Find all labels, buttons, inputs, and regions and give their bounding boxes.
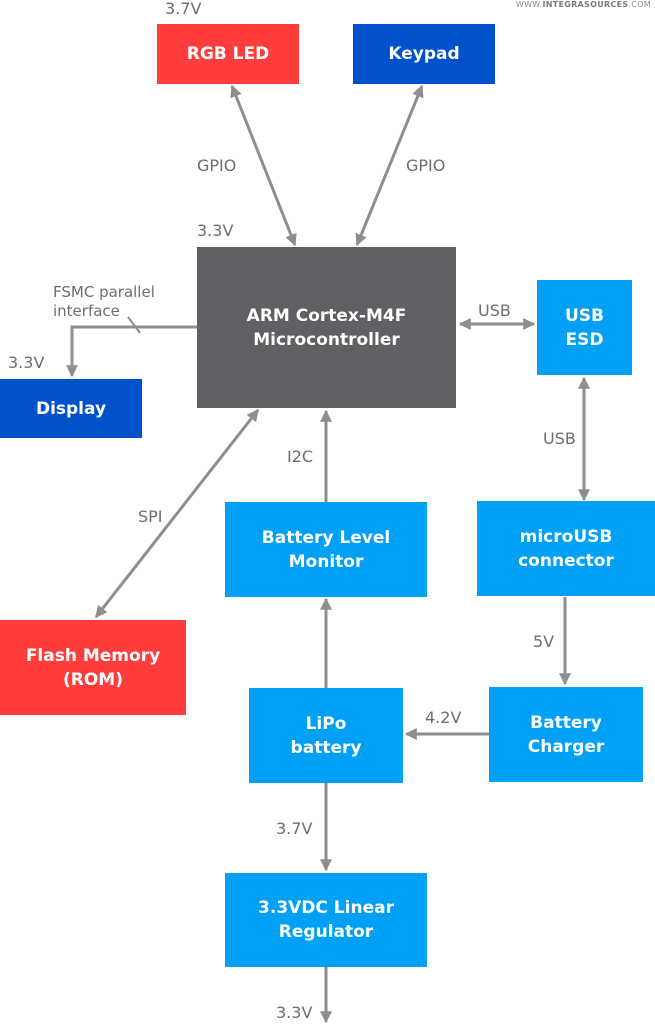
battery-voltage-label: 3.7V xyxy=(276,819,313,838)
mcu-voltage-label: 3.3V xyxy=(197,221,234,240)
flash-memory-block: Flash Memory (ROM) xyxy=(0,620,186,715)
charge-voltage-label: 4.2V xyxy=(425,708,462,727)
gpio-keypad-label: GPIO xyxy=(406,156,446,175)
wire-fsmc xyxy=(66,325,197,378)
fsmc-bus-slash xyxy=(127,316,141,334)
battery-monitor-block: Battery Level Monitor xyxy=(225,502,427,597)
wire-gpio-led xyxy=(230,84,297,247)
microusb-block: microUSB connector xyxy=(477,501,655,596)
display-block: Display xyxy=(0,379,142,438)
spi-label: SPI xyxy=(138,507,163,526)
keypad-block: Keypad xyxy=(353,24,495,84)
i2c-label: I2C xyxy=(287,447,314,466)
gpio-led-label: GPIO xyxy=(197,156,237,175)
rgb-led-block: RGB LED xyxy=(157,24,299,84)
usb-esd-block: USB ESD xyxy=(537,280,632,375)
fsmc-label-line1: FSMC parallel xyxy=(53,283,155,301)
usb-mcu-esd-label: USB xyxy=(478,301,511,320)
regulator-block: 3.3VDC Linear Regulator xyxy=(225,873,427,967)
output-voltage-label: 3.3V xyxy=(276,1003,313,1022)
battery-charger-block: Battery Charger xyxy=(489,687,643,782)
fsmc-label-line2: interface xyxy=(53,302,120,320)
mcu-block: ARM Cortex-M4F Microcontroller xyxy=(197,247,456,408)
rgb-voltage-label: 3.7V xyxy=(165,0,202,18)
display-voltage-label: 3.3V xyxy=(8,353,45,372)
lipo-battery-block: LiPo battery xyxy=(249,688,403,783)
usb-esd-micro-label: USB xyxy=(543,429,576,448)
five-volt-label: 5V xyxy=(533,632,555,651)
